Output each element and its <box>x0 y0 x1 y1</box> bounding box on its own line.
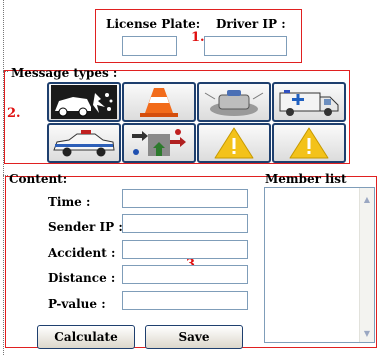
scroll-up-icon[interactable]: ▲ <box>361 194 373 206</box>
msg-button-detour[interactable] <box>122 123 196 163</box>
member-list-title: Member list <box>265 172 347 186</box>
member-list-scrollbar[interactable]: ▲ ▼ <box>359 188 374 342</box>
time-label: Time : <box>48 195 91 209</box>
member-list[interactable]: ▲ ▼ <box>264 187 375 343</box>
p-value-label: P-value : <box>48 297 106 311</box>
warning-sign-icon <box>289 127 329 159</box>
msg-button-police-siren[interactable] <box>197 82 271 122</box>
msg-button-warning-2[interactable] <box>272 123 346 163</box>
police-car-icon <box>53 130 115 157</box>
detour-arrows-icon <box>132 129 186 156</box>
license-plate-input[interactable] <box>122 36 177 56</box>
distance-input[interactable] <box>122 265 248 284</box>
msg-button-ambulance[interactable] <box>272 82 346 122</box>
msg-button-traffic-cone[interactable] <box>122 82 196 122</box>
annotation-marker-2: 2. <box>7 106 21 121</box>
calculate-button[interactable]: Calculate <box>37 325 135 349</box>
msg-button-car-crash[interactable] <box>47 82 121 122</box>
time-input[interactable] <box>122 189 248 208</box>
distance-label: Distance : <box>48 271 116 285</box>
scroll-down-icon[interactable]: ▼ <box>361 328 373 340</box>
ambulance-icon <box>279 90 339 116</box>
content-title: Content: <box>9 172 68 186</box>
msg-button-warning-1[interactable] <box>197 123 271 163</box>
dotted-left-border <box>3 0 4 355</box>
msg-button-police-car[interactable] <box>47 123 121 163</box>
save-button[interactable]: Save <box>145 325 243 349</box>
p-value-input[interactable] <box>122 291 248 310</box>
car-crash-icon <box>51 85 117 119</box>
message-types-title: Message types : <box>11 66 118 80</box>
police-siren-icon <box>204 90 264 116</box>
driver-ip-label: Driver IP : <box>216 17 286 31</box>
accident-label: Accident : <box>48 246 116 260</box>
sender-ip-label: Sender IP : <box>48 220 123 234</box>
driver-ip-input[interactable] <box>204 36 287 56</box>
warning-sign-icon <box>214 127 254 159</box>
sender-ip-input[interactable] <box>122 214 248 233</box>
license-plate-label: License Plate: <box>106 17 201 31</box>
annotation-marker-1: 1. <box>191 30 205 45</box>
traffic-cone-icon <box>140 88 178 117</box>
accident-input[interactable] <box>122 240 248 259</box>
